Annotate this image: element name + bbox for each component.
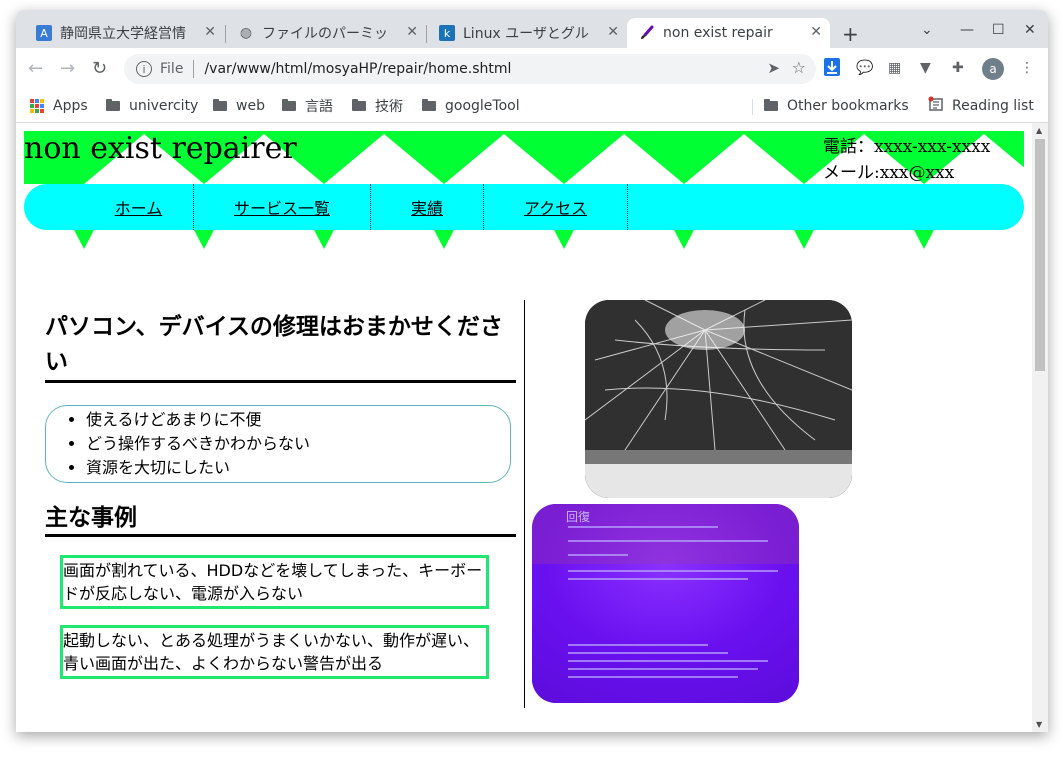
tab-title: ファイルのパーミッ: [262, 26, 388, 42]
bookmark-label: Apps: [53, 98, 88, 114]
reason-item: 資源を大切にしたい: [86, 456, 510, 480]
phone-number: 電話：xxxx-xxx-xxxx: [823, 137, 991, 157]
bookmark-star-icon[interactable]: ☆: [792, 58, 806, 77]
brush-favicon-icon: [639, 25, 655, 41]
close-icon[interactable]: ✕: [810, 24, 822, 40]
close-icon[interactable]: ✕: [204, 24, 216, 40]
tab-linux-users[interactable]: k Linux ユーザとグル ✕: [427, 18, 627, 48]
tab-search-chevron-icon[interactable]: ⌄: [921, 22, 933, 38]
tab-title: Linux ユーザとグル: [463, 26, 589, 42]
cases-heading: 主な事例: [45, 502, 516, 537]
page-viewport: non exist repairer 電話：xxxx-xxx-xxxx メール:…: [16, 123, 1032, 732]
reason-item: 使えるけどあまりに不便: [86, 408, 510, 432]
bookmark-label: Other bookmarks: [787, 98, 909, 114]
reading-list-icon: [928, 96, 944, 116]
close-icon[interactable]: ✕: [607, 24, 619, 40]
site-title: non exist repairer: [24, 131, 297, 166]
contact-info: 電話：xxxx-xxx-xxxx メール:xxx@xxx: [823, 134, 990, 186]
grid-extension-icon[interactable]: ▦: [888, 60, 901, 76]
new-tab-plus-icon[interactable]: +: [842, 22, 859, 46]
reasons-box: 使えるけどあまりに不便 どう操作するべきかわからない 資源を大切にしたい: [45, 405, 511, 483]
tab-non-exist-repair[interactable]: non exist repair ✕: [627, 18, 830, 48]
folder-icon: [764, 99, 778, 111]
folder-icon: [106, 99, 120, 111]
bookmark-apps[interactable]: Apps: [30, 96, 88, 116]
bookmark-folder-univercity[interactable]: univercity: [106, 96, 198, 116]
nav-home-link[interactable]: ホーム: [84, 184, 194, 230]
bookmark-folder-googletool[interactable]: googleTool: [422, 96, 520, 116]
bookmark-label: 技術: [375, 99, 403, 115]
vertical-scrollbar[interactable]: ▲ ▼: [1032, 123, 1048, 732]
case-box-hardware: 画面が割れている、HDDなどを壊してしまった、キーボードが反応しない、電源が入ら…: [60, 555, 489, 609]
window-close-icon[interactable]: ✕: [1024, 22, 1036, 38]
v-extension-icon[interactable]: ▼: [920, 60, 931, 76]
folder-icon: [352, 99, 366, 111]
bookmark-folder-web[interactable]: web: [213, 96, 265, 116]
bookmark-other[interactable]: Other bookmarks: [764, 96, 909, 116]
nav-services-link[interactable]: サービス一覧: [194, 184, 371, 230]
minimize-icon[interactable]: —: [960, 22, 974, 38]
tab-university[interactable]: A 静岡県立大学経営情 ✕: [24, 18, 224, 48]
cracked-screen-image: [585, 300, 852, 498]
bookmark-label: Reading list: [952, 98, 1034, 114]
send-icon[interactable]: ➤: [767, 59, 780, 77]
globe-icon: ◍: [239, 25, 253, 41]
bookmark-label: univercity: [129, 98, 199, 114]
bookmark-separator: [752, 99, 753, 115]
chat-extension-icon[interactable]: 💬: [856, 60, 873, 76]
intro-section: パソコン、デバイスの修理はおまかせください 使えるけどあまりに不便 どう操作する…: [45, 310, 516, 537]
scroll-up-arrow-icon[interactable]: ▲: [1036, 126, 1042, 135]
folder-icon: [282, 99, 296, 111]
tab-title: non exist repair: [663, 25, 773, 41]
download-extension-icon[interactable]: [824, 58, 840, 80]
menu-kebab-icon[interactable]: ⋮: [1020, 60, 1034, 76]
tab-strip: A 静岡県立大学経営情 ✕ ◍ ファイルのパーミッ ✕ k Linux ユーザと…: [16, 10, 1048, 48]
reason-item: どう操作するべきかわからない: [86, 432, 510, 456]
url-scheme: File: [160, 61, 184, 77]
blue-screen-heading: 回復: [566, 510, 591, 524]
bookmark-label: googleTool: [445, 98, 520, 114]
url-text[interactable]: /var/www/html/mosyaHP/repair/home.shtml: [204, 61, 511, 77]
column-divider: [524, 300, 525, 708]
toolbar: ← → ↻ i File /var/www/html/mosyaHP/repai…: [16, 48, 1048, 92]
reload-icon[interactable]: ↻: [92, 58, 107, 79]
letter-a-favicon-icon: A: [36, 25, 52, 41]
case-box-software: 起動しない、とある処理がうまくいかない、動作が遅い、青い画面が出た、よくわからな…: [60, 625, 489, 679]
back-arrow-icon[interactable]: ←: [28, 58, 43, 79]
main-heading: パソコン、デバイスの修理はおまかせください: [45, 310, 516, 383]
bookmark-folder-languages[interactable]: 言語: [282, 96, 333, 116]
info-icon[interactable]: i: [136, 61, 152, 77]
main-nav: ホーム サービス一覧 実績 アクセス: [24, 184, 1024, 230]
bookmarks-bar: Apps univercity web 言語 技術 googleTool Oth…: [16, 92, 1048, 123]
apps-grid-icon: [30, 99, 44, 113]
scroll-down-arrow-icon[interactable]: ▼: [1036, 720, 1042, 729]
blue-screen-image: 回復: [532, 504, 799, 703]
nav-access-link[interactable]: アクセス: [484, 184, 628, 230]
forward-arrow-icon[interactable]: →: [60, 58, 75, 79]
email-address: メール:xxx@xxx: [823, 163, 955, 183]
folder-icon: [422, 99, 436, 111]
tab-title: 静岡県立大学経営情: [60, 26, 186, 42]
bookmark-label: 言語: [305, 99, 333, 115]
browser-window: A 静岡県立大学経営情 ✕ ◍ ファイルのパーミッ ✕ k Linux ユーザと…: [16, 10, 1048, 732]
folder-icon: [213, 99, 227, 111]
tab-permissions[interactable]: ◍ ファイルのパーミッ ✕: [226, 18, 426, 48]
bookmark-label: web: [236, 98, 265, 114]
address-bar[interactable]: i File /var/www/html/mosyaHP/repair/home…: [124, 54, 816, 84]
omnibox-separator: [193, 60, 195, 78]
reasons-list: 使えるけどあまりに不便 どう操作するべきかわからない 資源を大切にしたい: [46, 408, 510, 480]
bookmark-reading-list[interactable]: Reading list: [928, 96, 1034, 116]
close-icon[interactable]: ✕: [406, 24, 418, 40]
puzzle-extensions-icon[interactable]: ✚: [952, 60, 964, 76]
scrollbar-thumb[interactable]: [1035, 139, 1045, 371]
maximize-icon[interactable]: ☐: [992, 22, 1005, 38]
bookmark-folder-tech[interactable]: 技術: [352, 96, 403, 116]
nav-results-link[interactable]: 実績: [371, 184, 484, 230]
letter-k-favicon-icon: k: [439, 25, 455, 41]
profile-avatar[interactable]: a: [982, 58, 1004, 80]
